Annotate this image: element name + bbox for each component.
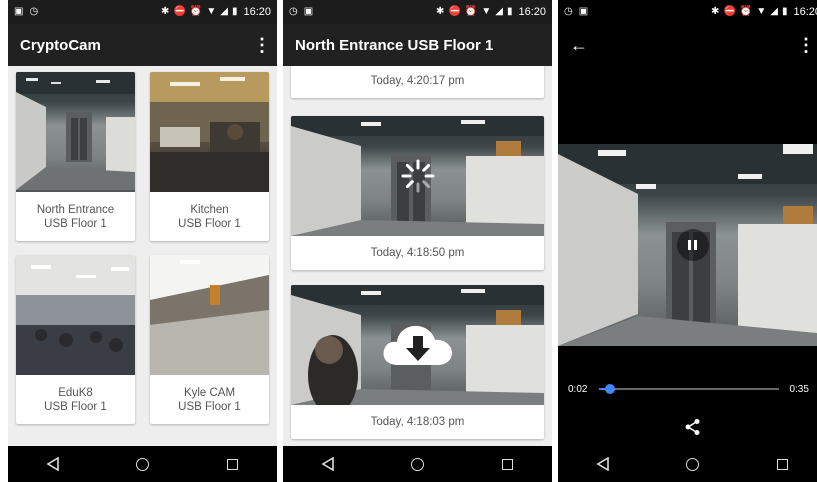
alarm-icon: ⏰ <box>739 6 753 17</box>
camera-name: EduK8 <box>58 386 93 399</box>
wifi-icon: ▼ <box>481 6 492 17</box>
camera-grid: North Entrance USB Floor 1 Kitchen USB F… <box>8 66 277 446</box>
camera-card[interactable]: Kitchen USB Floor 1 <box>150 72 269 241</box>
recording-time: Today, 4:18:03 pm <box>370 416 465 428</box>
recents-nav-icon[interactable] <box>492 449 522 479</box>
camera-thumbnail <box>150 255 269 375</box>
dnd-icon: ⛔ <box>723 6 736 17</box>
camera-location: USB Floor 1 <box>44 217 107 230</box>
camera-name: Kyle CAM <box>183 386 236 399</box>
recording-card[interactable]: Today, 4:18:03 pm <box>291 285 544 439</box>
camera-name: Kitchen <box>190 203 229 216</box>
seek-thumb[interactable] <box>605 384 616 394</box>
alarm-icon: ⏰ <box>464 6 478 17</box>
camera-location: USB Floor 1 <box>178 217 241 230</box>
more-vert-icon[interactable]: ⋮ <box>797 35 815 56</box>
back-arrow-icon[interactable]: ← <box>570 35 588 56</box>
image-notification-icon: ▣ <box>14 6 24 17</box>
back-nav-icon[interactable] <box>588 449 618 479</box>
signal-icon: ◢ <box>770 6 778 17</box>
share-icon[interactable] <box>684 418 702 436</box>
recording-time: Today, 4:18:50 pm <box>370 247 465 259</box>
wifi-icon: ▼ <box>206 6 217 17</box>
kitchen-scene <box>150 72 269 192</box>
pause-button[interactable] <box>676 229 709 261</box>
battery-icon: ▮ <box>781 6 788 17</box>
hall-scene <box>150 255 269 375</box>
recents-nav-icon[interactable] <box>217 449 247 479</box>
screen-title: North Entrance USB Floor 1 <box>295 36 494 54</box>
battery-icon: ▮ <box>506 6 513 17</box>
phone-camera-list: ▣ ◷ ✱ ⛔ ⏰ ▼ ◢ ▮ 16:20 CryptoCam ⋮ North … <box>8 0 277 482</box>
status-bar: ▣ ◷ ✱ ⛔ ⏰ ▼ ◢ ▮ 16:20 <box>8 0 277 24</box>
corridor-scene <box>16 72 135 190</box>
camera-thumbnail <box>16 255 135 375</box>
image-notification-icon: ▣ <box>303 6 314 17</box>
app-bar: North Entrance USB Floor 1 <box>283 24 552 66</box>
recording-thumbnail <box>291 116 544 236</box>
camera-card[interactable]: North Entrance USB Floor 1 <box>16 72 135 241</box>
bluetooth-icon: ✱ <box>711 6 720 17</box>
nav-bar <box>283 446 552 482</box>
video-frame[interactable] <box>558 144 817 346</box>
status-bar: ◷ ▣ ✱ ⛔ ⏰ ▼ ◢ ▮ 16:20 <box>283 0 552 24</box>
home-nav-icon[interactable] <box>677 449 707 479</box>
app-bar: CryptoCam ⋮ <box>8 24 277 66</box>
recording-card[interactable]: Today, 4:20:17 pm <box>291 66 544 98</box>
camera-label: EduK8 USB Floor 1 <box>16 375 135 424</box>
back-nav-icon[interactable] <box>313 449 343 479</box>
more-vert-icon[interactable]: ⋮ <box>253 35 271 56</box>
camera-card[interactable]: Kyle CAM USB Floor 1 <box>150 255 269 424</box>
phone-player: ◷ ▣ ✱ ⛔ ⏰ ▼ ◢ ▮ 16:20 ← ⋮ <box>558 0 817 482</box>
android-notification-icon: ◷ <box>29 6 39 17</box>
recents-nav-icon[interactable] <box>767 449 797 479</box>
bluetooth-icon: ✱ <box>161 6 170 17</box>
camera-card[interactable]: EduK8 USB Floor 1 <box>16 255 135 424</box>
nav-bar <box>8 446 277 482</box>
camera-thumbnail <box>16 72 135 192</box>
android-notification-icon: ◷ <box>564 6 573 17</box>
wifi-icon: ▼ <box>756 6 767 17</box>
clock: 16:20 <box>243 6 271 18</box>
nav-bar <box>558 446 817 482</box>
clock: 16:20 <box>518 6 546 18</box>
dnd-icon: ⛔ <box>448 6 461 17</box>
loading-spinner-icon <box>401 159 434 193</box>
android-notification-icon: ◷ <box>289 6 298 17</box>
signal-icon: ◢ <box>220 6 228 17</box>
alarm-icon: ⏰ <box>189 6 203 17</box>
recording-time: Today, 4:20:17 pm <box>370 75 465 87</box>
back-nav-icon[interactable] <box>38 449 68 479</box>
recording-list: Today, 4:20:17 pm Today, 4:18:50 pm Toda… <box>283 66 552 446</box>
share-button[interactable] <box>558 418 817 436</box>
seek-bar[interactable] <box>599 384 780 394</box>
cloud-download-icon[interactable] <box>380 319 456 371</box>
recording-card[interactable]: Today, 4:18:50 pm <box>291 116 544 270</box>
camera-label: Kitchen USB Floor 1 <box>150 192 269 241</box>
phone-recordings: ◷ ▣ ✱ ⛔ ⏰ ▼ ◢ ▮ 16:20 North Entrance USB… <box>283 0 552 482</box>
camera-label: North Entrance USB Floor 1 <box>16 192 135 241</box>
camera-name: North Entrance <box>36 203 115 216</box>
home-nav-icon[interactable] <box>402 449 432 479</box>
image-notification-icon: ▣ <box>578 6 589 17</box>
dnd-icon: ⛔ <box>173 6 186 17</box>
current-time: 0:02 <box>568 383 588 395</box>
office-scene <box>16 255 135 375</box>
bluetooth-icon: ✱ <box>436 6 445 17</box>
duration: 0:35 <box>789 383 809 395</box>
camera-location: USB Floor 1 <box>44 400 107 413</box>
clock: 16:20 <box>793 6 817 18</box>
camera-label: Kyle CAM USB Floor 1 <box>150 375 269 424</box>
seek-bar-row: 0:02 0:35 <box>558 379 817 399</box>
battery-icon: ▮ <box>231 6 238 17</box>
app-title: CryptoCam <box>20 36 101 54</box>
camera-location: USB Floor 1 <box>178 400 241 413</box>
status-bar: ◷ ▣ ✱ ⛔ ⏰ ▼ ◢ ▮ 16:20 <box>558 0 817 24</box>
player-toolbar: ← ⋮ <box>558 24 817 66</box>
signal-icon: ◢ <box>495 6 503 17</box>
home-nav-icon[interactable] <box>127 449 157 479</box>
camera-thumbnail <box>150 72 269 192</box>
recording-thumbnail <box>291 285 544 405</box>
